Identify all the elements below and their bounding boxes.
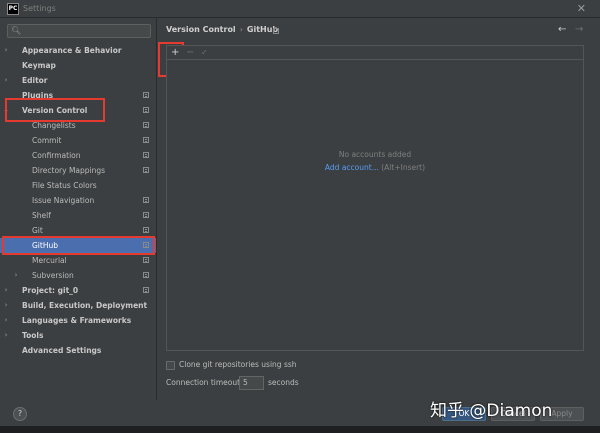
sidebar-item-label: Shelf <box>32 211 51 220</box>
project-settings-icon <box>273 28 279 34</box>
sidebar-item-label: Directory Mappings <box>32 166 106 175</box>
sidebar-item-label: Subversion <box>32 271 74 280</box>
sidebar-item-keymap[interactable]: Keymap <box>0 58 156 73</box>
timeout-input[interactable]: 5 <box>239 376 264 390</box>
sidebar-item-label: Git <box>32 226 43 235</box>
sidebar-item-label: Editor <box>22 76 48 85</box>
project-level-icon <box>143 257 149 263</box>
sidebar-item-tools[interactable]: › Tools <box>0 328 156 343</box>
set-default-button[interactable]: ✓ <box>201 47 208 59</box>
sidebar-item-file-status-colors[interactable]: File Status Colors <box>0 178 156 193</box>
clone-ssh-label[interactable]: Clone git repositories using ssh <box>179 360 297 369</box>
sidebar-item-label: Plugins <box>22 91 54 100</box>
chevron-right-icon[interactable]: › <box>2 298 10 313</box>
title-bar: PC Settings ✕ <box>0 0 600 18</box>
sidebar-item-editor[interactable]: › Editor <box>0 73 156 88</box>
sidebar-item-project-git-0[interactable]: › Project: git_0 <box>0 283 156 298</box>
sidebar-item-label: Keymap <box>22 61 56 70</box>
sidebar-item-shelf[interactable]: Shelf <box>0 208 156 223</box>
sidebar-item-plugins[interactable]: Plugins <box>0 88 156 103</box>
chevron-right-icon[interactable]: › <box>2 328 10 343</box>
accounts-panel: + − ✓ No accounts added Add account... (… <box>166 45 584 351</box>
sidebar-item-build-execution-deployment[interactable]: › Build, Execution, Deployment <box>0 298 156 313</box>
sidebar-item-label: Languages & Frameworks <box>22 316 132 325</box>
accounts-toolbar: + − ✓ <box>167 46 583 60</box>
chevron-right-icon[interactable]: › <box>2 283 10 298</box>
sidebar-item-label: Appearance & Behavior <box>22 46 122 55</box>
chevron-right-icon[interactable]: › <box>2 43 10 58</box>
project-level-icon <box>143 197 149 203</box>
breadcrumb-parent[interactable]: Version Control <box>166 25 236 34</box>
sidebar-item-label: Commit <box>32 136 62 145</box>
sidebar-item-label: Mercurial <box>32 256 67 265</box>
project-level-icon <box>143 92 149 98</box>
sidebar-item-label: Project: git_0 <box>22 286 79 295</box>
chevron-right-icon[interactable]: › <box>2 73 10 88</box>
taskbar-strip <box>0 426 600 433</box>
sidebar-item-label: Confirmation <box>32 151 81 160</box>
project-level-icon <box>143 122 149 128</box>
add-account-link[interactable]: Add account... <box>325 163 379 172</box>
app-icon: PC <box>7 3 19 15</box>
timeout-label: Connection timeout: <box>166 378 243 387</box>
add-account-button[interactable]: + <box>171 47 179 59</box>
project-level-icon <box>143 137 149 143</box>
project-level-icon <box>143 107 149 113</box>
sidebar-item-appearance-behavior[interactable]: › Appearance & Behavior <box>0 43 156 58</box>
project-level-icon <box>143 212 149 218</box>
project-level-icon <box>143 167 149 173</box>
search-input[interactable]: 🔍︎ <box>7 24 151 38</box>
project-level-icon <box>143 287 149 293</box>
sidebar-item-advanced-settings[interactable]: Advanced Settings <box>0 343 156 358</box>
settings-sidebar: 🔍︎ › Appearance & Behavior Keymap › Editor Pl… <box>0 18 157 400</box>
sidebar-item-subversion[interactable]: › Subversion <box>0 268 156 283</box>
breadcrumb: Version Control › GitHub <box>166 25 278 34</box>
search-icon: 🔍︎ <box>11 26 22 35</box>
clone-ssh-checkbox[interactable] <box>166 361 175 370</box>
sidebar-item-issue-navigation[interactable]: Issue Navigation <box>0 193 156 208</box>
forward-arrow-icon[interactable]: → <box>575 24 583 35</box>
sidebar-item-confirmation[interactable]: Confirmation <box>0 148 156 163</box>
sidebar-item-label: File Status Colors <box>32 181 97 190</box>
sidebar-item-commit[interactable]: Commit <box>0 133 156 148</box>
sidebar-item-github[interactable]: GitHub <box>0 238 156 253</box>
project-level-icon <box>143 152 149 158</box>
timeout-unit: seconds <box>268 378 299 387</box>
project-level-icon <box>143 227 149 233</box>
add-account-row: Add account... (Alt+Insert) <box>167 163 583 172</box>
help-button[interactable]: ? <box>13 407 27 421</box>
watermark: 知乎 @Diamon <box>430 401 553 421</box>
sidebar-item-label: Version Control <box>22 106 88 115</box>
sidebar-item-label: GitHub <box>32 241 58 250</box>
sidebar-item-git[interactable]: Git <box>0 223 156 238</box>
sidebar-item-directory-mappings[interactable]: Directory Mappings <box>0 163 156 178</box>
close-icon[interactable]: ✕ <box>577 2 586 15</box>
project-level-icon <box>143 242 149 248</box>
sidebar-item-label: Tools <box>22 331 44 340</box>
sidebar-item-languages-frameworks[interactable]: › Languages & Frameworks <box>0 313 156 328</box>
sidebar-item-mercurial[interactable]: Mercurial <box>0 253 156 268</box>
chevron-right-icon[interactable]: › <box>2 313 10 328</box>
no-accounts-text: No accounts added <box>338 150 412 159</box>
add-account-shortcut: (Alt+Insert) <box>381 163 426 172</box>
breadcrumb-separator: › <box>239 25 243 34</box>
sidebar-item-label: Build, Execution, Deployment <box>22 301 148 310</box>
sidebar-item-label: Advanced Settings <box>22 346 102 355</box>
remove-account-button[interactable]: − <box>186 47 194 59</box>
back-arrow-icon[interactable]: ← <box>558 24 566 35</box>
chevron-right-icon[interactable]: › <box>12 268 20 283</box>
sidebar-item-version-control[interactable]: ⌄ Version Control <box>0 103 156 118</box>
chevron-down-icon[interactable]: ⌄ <box>2 103 10 118</box>
sidebar-item-label: Issue Navigation <box>32 196 95 205</box>
window-title: Settings <box>23 4 56 13</box>
project-level-icon <box>143 272 149 278</box>
sidebar-item-changelists[interactable]: Changelists <box>0 118 156 133</box>
sidebar-item-label: Changelists <box>32 121 76 130</box>
